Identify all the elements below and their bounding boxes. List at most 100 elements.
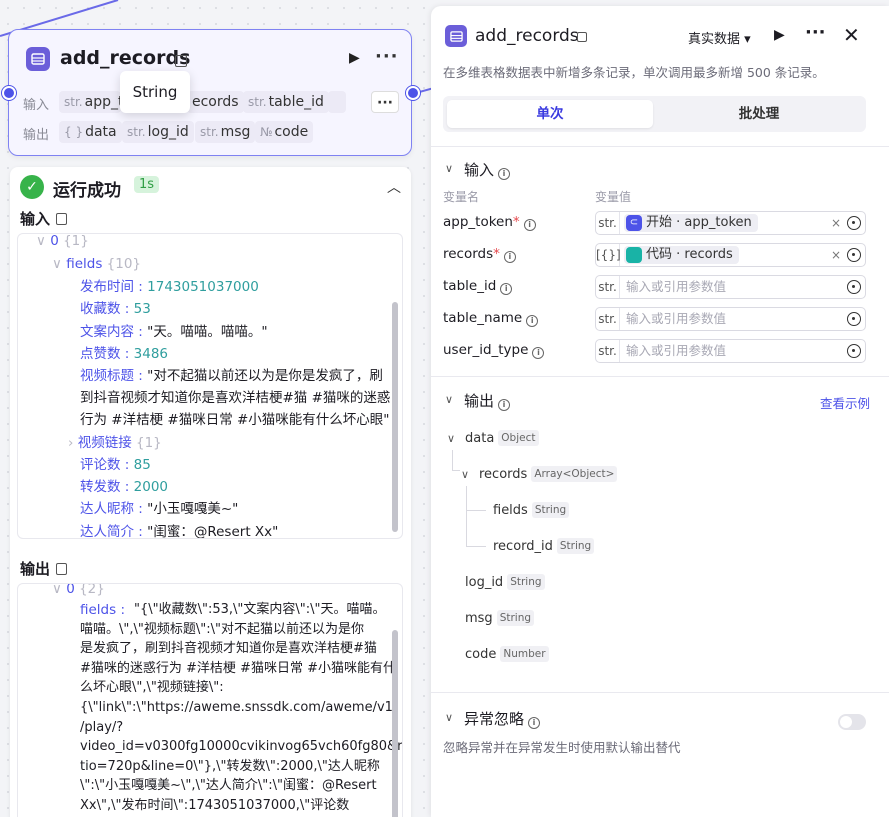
close-icon[interactable]: ✕ <box>843 23 860 47</box>
input-field-row: 行为 #洋桔梗 #猫咪日常 #小猫咪能有什么坏心眼" <box>80 412 390 428</box>
tab-single[interactable]: 单次 <box>447 100 653 128</box>
exception-section-title[interactable]: 异常忽略 i <box>464 708 541 729</box>
node-more-button[interactable]: ··· <box>375 46 399 67</box>
placeholder-text: 输入或引用参数值 <box>626 279 727 294</box>
input-scrollbar[interactable] <box>392 302 398 532</box>
type-label: [{}] <box>596 244 621 266</box>
node-run-button[interactable]: ▶ <box>349 50 360 66</box>
panel-save-icon <box>577 29 587 44</box>
copy-icon[interactable] <box>56 213 68 225</box>
output-tree-msg: msg String <box>465 610 535 626</box>
param-value-field[interactable]: str. 输入或引用参数值 <box>595 307 866 331</box>
type-tooltip: String <box>120 71 190 113</box>
variable-reference-tag[interactable]: 代码 · records <box>624 246 739 264</box>
chevron-down-icon[interactable]: ∨ <box>445 711 453 724</box>
run-duration-badge: 1s <box>134 176 160 193</box>
placeholder-text: 输入或引用参数值 <box>626 343 727 358</box>
node-input-chip[interactable]: ecords <box>187 91 244 113</box>
clear-icon[interactable]: × <box>831 212 841 234</box>
chevron-right-icon[interactable]: › <box>68 435 78 451</box>
reference-target-icon[interactable] <box>847 344 861 358</box>
node-ref-icon <box>626 247 642 263</box>
reference-target-icon[interactable] <box>847 312 861 326</box>
divider <box>431 692 889 693</box>
output-json-viewer[interactable]: ∨ 0 {2} fields : "{\"收藏数\":53,\"文案内容\":\… <box>17 583 403 817</box>
node-input-chip[interactable]: str. table_id <box>243 91 329 113</box>
reference-target-icon[interactable] <box>847 248 861 262</box>
input-field-row: 点赞数 : 3486 <box>80 346 168 362</box>
tree-line <box>466 510 486 511</box>
output-tree-code: code Number <box>465 646 549 662</box>
exception-toggle[interactable] <box>838 714 866 730</box>
node-output-chip[interactable]: str. msg <box>195 121 256 143</box>
variable-reference-tag[interactable]: ⊂ 开始 · app_token <box>624 214 758 232</box>
tree-line <box>466 546 486 547</box>
node-output-chip[interactable]: { } data <box>59 121 122 143</box>
data-mode-select[interactable]: 真实数据 ▾ <box>688 28 751 47</box>
clear-icon[interactable]: × <box>831 244 841 266</box>
node-more-inputs-button[interactable]: ··· <box>371 91 399 113</box>
info-icon: i <box>526 315 539 327</box>
info-icon: i <box>532 347 545 359</box>
table-plugin-icon <box>26 47 50 71</box>
output-json-line: {\"link\":\"https://aweme.snssdk.com/awe… <box>80 700 393 715</box>
output-tree-log-id: log_id String <box>465 574 545 590</box>
param-value-field[interactable]: str. 输入或引用参数值 <box>595 339 866 363</box>
result-output-title: 输出 <box>20 558 68 579</box>
input-field-row: 转发数 : 2000 <box>80 479 168 495</box>
node-output-port[interactable] <box>406 86 420 100</box>
success-check-icon: ✓ <box>20 175 44 199</box>
output-scrollbar[interactable] <box>392 630 398 817</box>
output-section-title[interactable]: 输出 i <box>464 390 511 411</box>
param-name-app-token: app_token* i <box>443 214 536 231</box>
placeholder-text: 输入或引用参数值 <box>626 311 727 326</box>
node-outputs-label: 输出 <box>23 128 50 143</box>
param-name-user-id-type: user_id_type i <box>443 342 545 359</box>
input-field-row: 评论数 : 85 <box>80 457 151 473</box>
type-label: str. <box>596 308 620 330</box>
tree-line <box>452 450 453 470</box>
column-header-name: 变量名 <box>443 190 480 204</box>
panel-title: add_records <box>475 26 579 46</box>
reference-target-icon[interactable] <box>847 216 861 230</box>
chevron-down-icon[interactable]: ∨ <box>445 393 453 406</box>
param-value-field[interactable]: str. 输入或引用参数值 <box>595 275 866 299</box>
node-input-chip[interactable]: str. app_t <box>59 91 121 113</box>
chevron-down-icon[interactable]: ∨ <box>447 432 455 445</box>
divider <box>431 146 889 147</box>
input-json-viewer[interactable]: ∨ 0 {1} ∨ fields {10} 发布时间 : 17430510370… <box>17 233 403 539</box>
column-header-value: 变量值 <box>595 190 632 204</box>
view-example-link[interactable]: 查看示例 <box>820 393 870 412</box>
run-status: 运行成功 <box>53 181 121 201</box>
add-records-node[interactable]: add_records ▶ ··· 输入 str. app_t ecords st… <box>8 29 412 156</box>
table-plugin-icon <box>445 25 467 47</box>
copy-icon[interactable] <box>56 563 68 575</box>
input-field-row: 达人简介 : "闺蜜：@Resert Xx" <box>80 524 279 539</box>
panel-run-button[interactable]: ▶ <box>774 27 785 43</box>
chevron-down-icon[interactable]: ∨ <box>445 162 453 175</box>
output-tree-record-id: record_id String <box>493 538 595 554</box>
node-output-chip[interactable]: № code <box>255 121 314 143</box>
reference-target-icon[interactable] <box>847 280 861 294</box>
param-name-records: records* i <box>443 246 516 263</box>
param-value-field[interactable]: [{}] 代码 · records × <box>595 243 866 267</box>
tree-line <box>452 470 460 471</box>
type-label: str. <box>596 340 620 362</box>
output-tree-records: records Array<Object> <box>479 466 618 482</box>
node-output-chip[interactable]: str. log_id <box>122 121 194 143</box>
node-inputs-label: 输入 <box>23 98 50 113</box>
input-field-row: 达人昵称 : "小玉嘎嘎美~" <box>80 501 239 517</box>
input-section-title[interactable]: 输入 i <box>464 159 511 180</box>
panel-more-button[interactable]: ··· <box>805 22 826 43</box>
node-input-chip[interactable] <box>328 91 346 113</box>
node-input-port[interactable] <box>2 86 16 100</box>
node-config-panel: add_records 真实数据 ▾ ▶ ··· ✕ 在多维表格数据表中新增多条… <box>431 6 889 817</box>
input-field-row[interactable]: › 视频链接 {1} <box>68 432 162 454</box>
chevron-down-icon[interactable]: ∨ <box>461 468 469 481</box>
collapse-chevron-icon[interactable]: ︿ <box>387 177 401 197</box>
param-value-field[interactable]: str. ⊂ 开始 · app_token × <box>595 211 866 235</box>
run-result-panel: ✓ 运行成功 1s ︿ 输入 ∨ 0 {1} ∨ fields {10} 发布时… <box>10 167 411 817</box>
info-icon: i <box>523 219 536 231</box>
tab-batch[interactable]: 批处理 <box>656 100 862 128</box>
info-icon: i <box>498 399 511 411</box>
